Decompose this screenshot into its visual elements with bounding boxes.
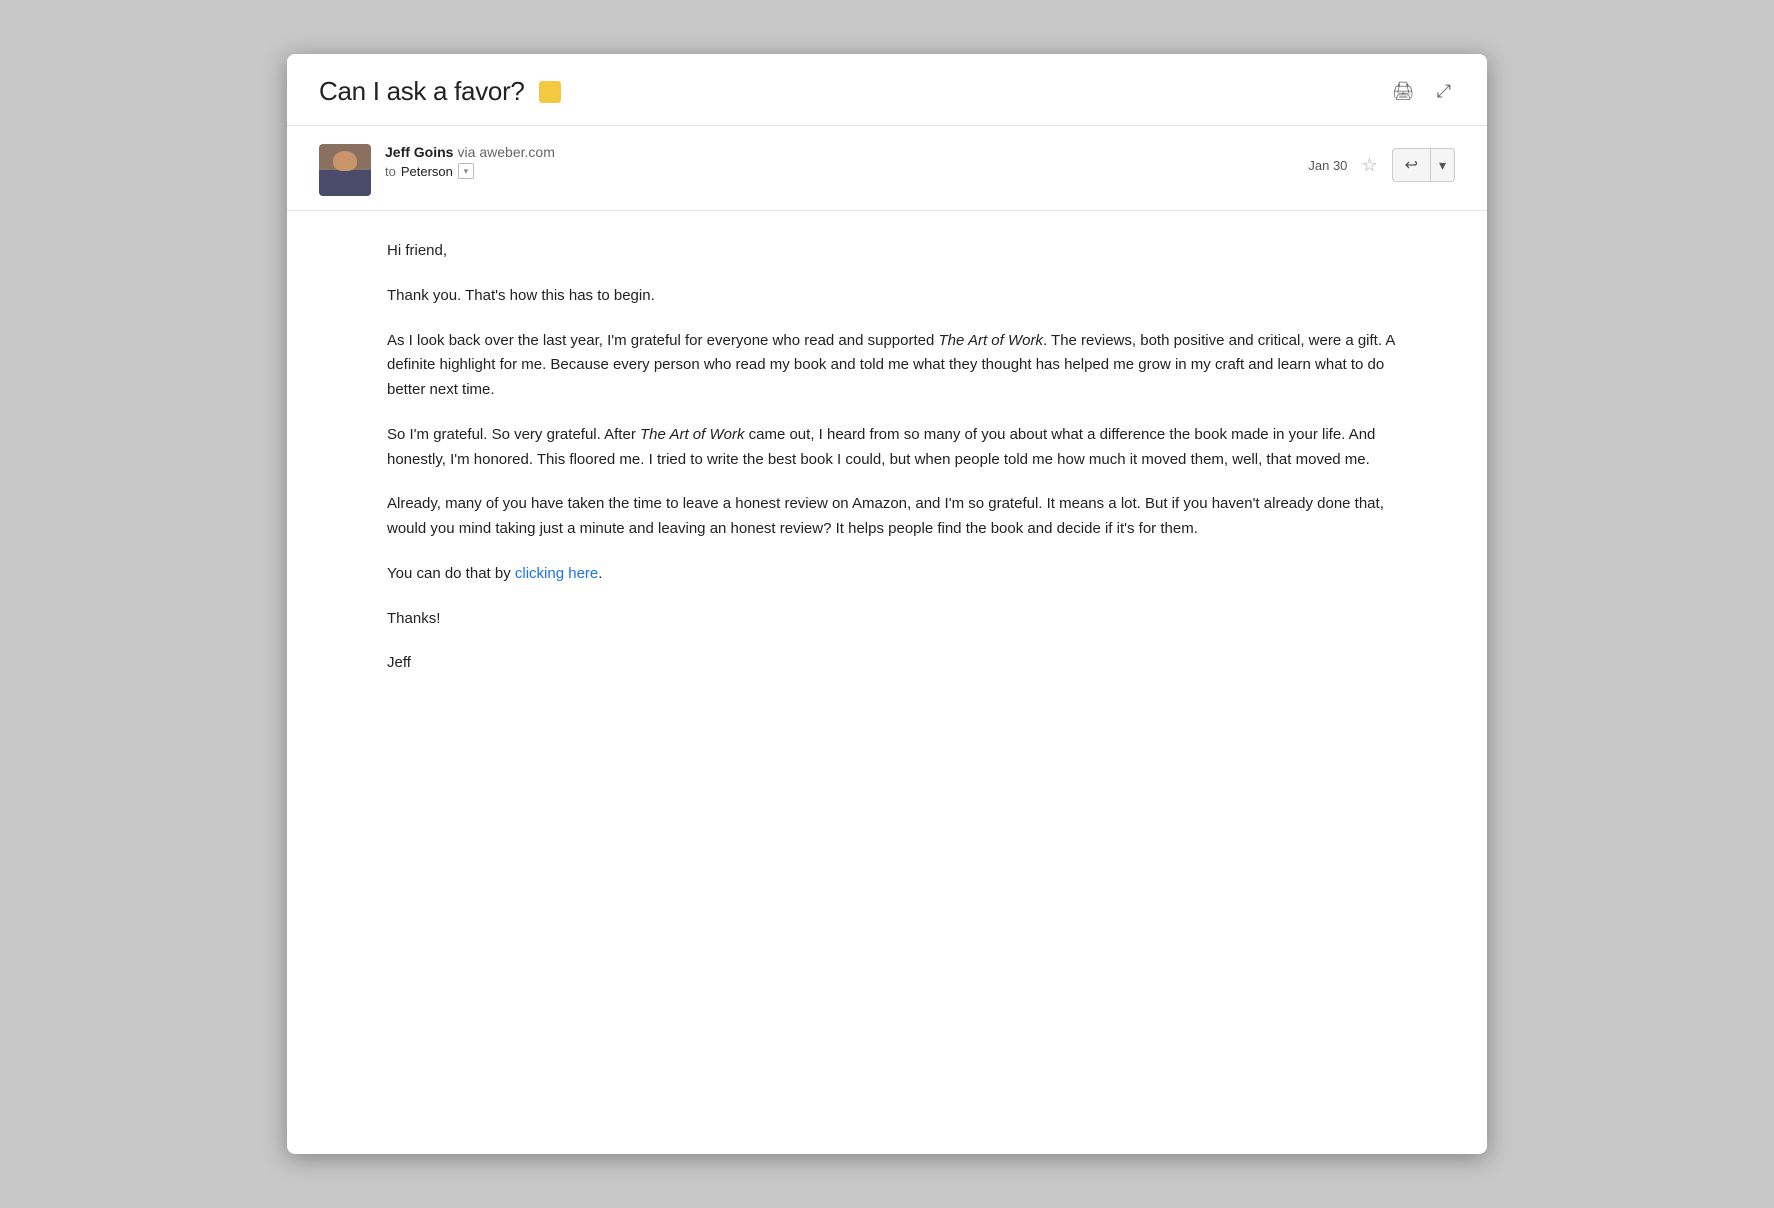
more-button[interactable]: ▾ [1431,148,1455,182]
sender-domain: aweber.com [479,144,554,160]
paragraph-1: Thank you. That's how this has to begin. [387,284,1417,309]
more-icon: ▾ [1439,157,1446,174]
email-body: Hi friend, Thank you. That's how this ha… [287,211,1487,736]
to-line: to Peterson ▾ [385,163,555,179]
email-header: Can I ask a favor? 🖨 ⤢ [287,54,1487,126]
subject-area: Can I ask a favor? [319,76,561,107]
paragraph-7: Jeff [387,651,1417,676]
sender-left: Jeff Goins via aweber.com to Peterson ▾ [319,144,555,196]
sender-name-line: Jeff Goins via aweber.com [385,144,555,160]
star-icon: ☆ [1361,155,1377,175]
p5-pre: You can do that by [387,565,515,582]
sender-name: Jeff Goins [385,144,453,160]
print-icon: 🖨 [1392,81,1415,102]
email-subject: Can I ask a favor? [319,76,525,107]
greeting: Hi friend, [387,239,1417,264]
recipient-name: Peterson [401,164,453,179]
avatar [319,144,371,196]
star-button[interactable]: ☆ [1359,153,1379,178]
reply-button[interactable]: ↩ [1392,148,1431,182]
paragraph-6: Thanks! [387,607,1417,632]
reply-action-group: ↩ ▾ [1392,148,1455,182]
clicking-here-link[interactable]: clicking here [515,565,598,582]
p3-pre: So I'm grateful. So very grateful. After [387,426,640,443]
avatar-suit [319,170,371,196]
expand-icon: ⤢ [1437,81,1451,102]
email-window: Can I ask a favor? 🖨 ⤢ Jeff Goins via aw [287,54,1487,1154]
header-actions: 🖨 ⤢ [1388,77,1455,106]
p2-book1: The Art of Work [939,332,1043,349]
p2-pre: As I look back over the last year, I'm g… [387,332,939,349]
sender-info: Jeff Goins via aweber.com to Peterson ▾ [385,144,555,179]
print-button[interactable]: 🖨 [1388,77,1419,106]
sender-right: Jan 30 ☆ ↩ ▾ [1308,144,1455,182]
avatar-head [333,151,357,171]
to-prefix: to [385,164,396,179]
email-date: Jan 30 [1308,158,1347,173]
reply-icon: ↩ [1405,155,1418,175]
paragraph-2: As I look back over the last year, I'm g… [387,329,1417,403]
recipient-dropdown[interactable]: ▾ [458,163,474,179]
sender-row: Jeff Goins via aweber.com to Peterson ▾ … [287,126,1487,211]
p3-book2: The Art of Work [640,426,744,443]
paragraph-3: So I'm grateful. So very grateful. After… [387,423,1417,473]
paragraph-4: Already, many of you have taken the time… [387,492,1417,542]
p5-post: . [598,565,602,582]
paragraph-5: You can do that by clicking here. [387,562,1417,587]
label-tag [539,81,561,103]
sender-via: via [457,144,475,160]
expand-button[interactable]: ⤢ [1433,77,1455,106]
